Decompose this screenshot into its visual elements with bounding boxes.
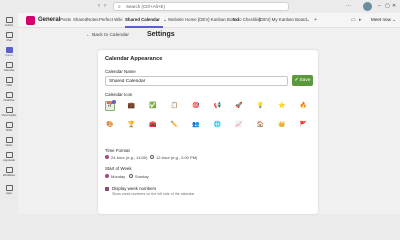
maximize-icon[interactable]: ▢	[385, 3, 390, 10]
people-icon[interactable]: 👥	[191, 120, 201, 130]
channel-header: General Posts Shared Notes Perfect Wiki …	[18, 13, 400, 28]
chat-icon	[5, 32, 13, 38]
meet-now-label: Meet now	[371, 17, 391, 22]
week-start-monday-radio[interactable]	[105, 174, 109, 178]
rail-item-notes[interactable]: Notes	[0, 137, 18, 147]
time-format-24h-radio[interactable]	[105, 155, 109, 159]
start-of-week-label: Start of Week	[105, 166, 132, 171]
selected-check-icon	[112, 100, 116, 104]
tab-posts[interactable]: Posts	[60, 17, 71, 23]
chart-icon[interactable]: 📈	[234, 120, 244, 130]
save-label: Save	[299, 78, 311, 83]
pencil-icon[interactable]: ✏️	[170, 120, 180, 130]
time-format-12h-label: 12-hour (e.g., 2:00 PM)	[156, 155, 198, 160]
tab-perfect-wiki[interactable]: Perfect Wiki	[99, 17, 122, 23]
chat-icon[interactable]: ▭	[351, 17, 356, 23]
search-icon: ⌕	[118, 4, 121, 10]
close-icon[interactable]: ✕	[392, 3, 396, 10]
insights-icon	[5, 107, 13, 113]
rail-item-shifts[interactable]: Shifts	[0, 122, 18, 132]
rail-item-calendar[interactable]: Calendar	[0, 62, 18, 72]
week-numbers-help: Show week numbers on the left side of th…	[112, 192, 195, 196]
house-icon[interactable]: 🏠	[256, 120, 266, 130]
teams-icon	[5, 47, 13, 53]
palette-icon[interactable]: 🎨	[105, 120, 115, 130]
tab-home[interactable]: Home	[185, 17, 197, 23]
rail-item-teams[interactable]: Teams	[0, 47, 18, 57]
meet-now-button[interactable]: Meet now ⌄	[371, 16, 396, 23]
chevron-left-icon[interactable]: ‹	[98, 3, 100, 10]
trophy-icon[interactable]: 🏆	[127, 120, 137, 130]
calendar-name-label: Calendar Name	[105, 69, 136, 74]
crown-icon[interactable]: 👑	[277, 120, 287, 130]
notes-icon	[5, 137, 13, 143]
globe-icon[interactable]: 🌐	[213, 120, 223, 130]
team-logo	[26, 16, 35, 25]
rail-item-insights[interactable]: Viva Insights	[0, 107, 18, 117]
app-rail: Activity Chat Teams Calendar Calls OneDr…	[0, 13, 18, 214]
star-icon[interactable]: ⭐	[277, 101, 287, 111]
search-placeholder: Search (Ctrl+Alt+E)	[126, 4, 166, 9]
tab-dev-my-kanban-board[interactable]: [DEV] My Kanban Board	[259, 17, 307, 23]
more-options-icon[interactable]: ···	[346, 3, 351, 10]
minimize-icon[interactable]: –	[378, 3, 381, 10]
rail-item-workflows[interactable]: Workflows	[0, 167, 18, 177]
page-title: Settings	[147, 31, 175, 38]
rail-item-calls[interactable]: Calls	[0, 77, 18, 87]
plus-icon: ✓	[294, 78, 299, 83]
rail-item-approvals[interactable]: Approvals	[0, 152, 18, 162]
tab-website[interactable]: Website	[168, 17, 184, 23]
checkbox-icon[interactable]: ✅	[148, 101, 158, 111]
rail-item-chat[interactable]: Chat	[0, 32, 18, 42]
week-numbers-checkbox[interactable]	[105, 187, 109, 191]
title-bar: ‹ › ⌕ Search (Ctrl+Alt+E) ··· – ▢ ✕	[0, 0, 400, 13]
approvals-icon	[5, 152, 13, 158]
target-icon[interactable]: 🎯	[191, 101, 201, 111]
tab-shared-calendar[interactable]: Shared Calendar	[125, 17, 160, 23]
phone-icon	[5, 77, 13, 83]
save-button[interactable]: ✓Save	[292, 75, 313, 86]
bell-icon	[5, 17, 13, 23]
cloud-icon	[5, 92, 13, 98]
video-icon[interactable]: ▸	[359, 17, 362, 23]
lightbulb-icon[interactable]: 💡	[256, 101, 266, 111]
tab-shared[interactable]: Shared	[73, 17, 87, 23]
toolbox-icon[interactable]: 🧰	[148, 120, 158, 130]
back-to-calendar-link[interactable]: ← Back to Calendar	[86, 33, 129, 38]
fire-icon[interactable]: 🔥	[299, 101, 309, 111]
rail-item-activity[interactable]: Activity	[0, 17, 18, 27]
chevron-right-icon[interactable]: ›	[104, 3, 106, 10]
time-format-label: Time Format	[105, 148, 130, 153]
rail-item-apps[interactable]: Apps	[0, 185, 18, 195]
add-tab-icon[interactable]: +	[314, 17, 317, 23]
chevron-down-icon[interactable]: ⌄	[163, 17, 167, 23]
rail-item-onedrive[interactable]: OneDrive	[0, 92, 18, 102]
week-start-sunday-radio[interactable]	[129, 174, 133, 178]
rocket-icon[interactable]: 🚀	[234, 101, 244, 111]
tab-todo-checklist[interactable]: Todo Checklist	[232, 17, 261, 23]
tab-notes[interactable]: Notes	[87, 17, 98, 23]
avatar[interactable]	[363, 2, 372, 11]
search-input[interactable]: ⌕ Search (Ctrl+Alt+E)	[113, 2, 289, 11]
calendar-icon	[5, 62, 13, 68]
shifts-icon	[5, 122, 13, 128]
week-start-sunday-label: Sunday	[135, 174, 149, 179]
section-title: Calendar Appearance	[105, 56, 163, 62]
back-label: Back to Calendar	[92, 33, 129, 38]
chevron-down-icon[interactable]: ⌄	[306, 17, 310, 23]
week-numbers-label: Display week numbers	[112, 186, 157, 191]
flag-icon[interactable]: 🚩	[299, 120, 309, 130]
week-start-monday-label: Monday	[111, 174, 126, 179]
clipboard-icon[interactable]: 📋	[170, 101, 180, 111]
workflow-icon	[5, 167, 13, 173]
calendar-name-input[interactable]	[105, 76, 288, 86]
time-format-12h-radio[interactable]	[150, 155, 154, 159]
calendar-icon-label: Calendar Icon	[105, 92, 133, 97]
channel-name: General	[38, 17, 61, 23]
megaphone-icon[interactable]: 📢	[213, 101, 223, 111]
time-format-24h-label: 24-hour (e.g., 14:00)	[111, 155, 148, 160]
apps-icon	[5, 185, 13, 191]
briefcase-icon[interactable]: 💼	[127, 101, 137, 111]
